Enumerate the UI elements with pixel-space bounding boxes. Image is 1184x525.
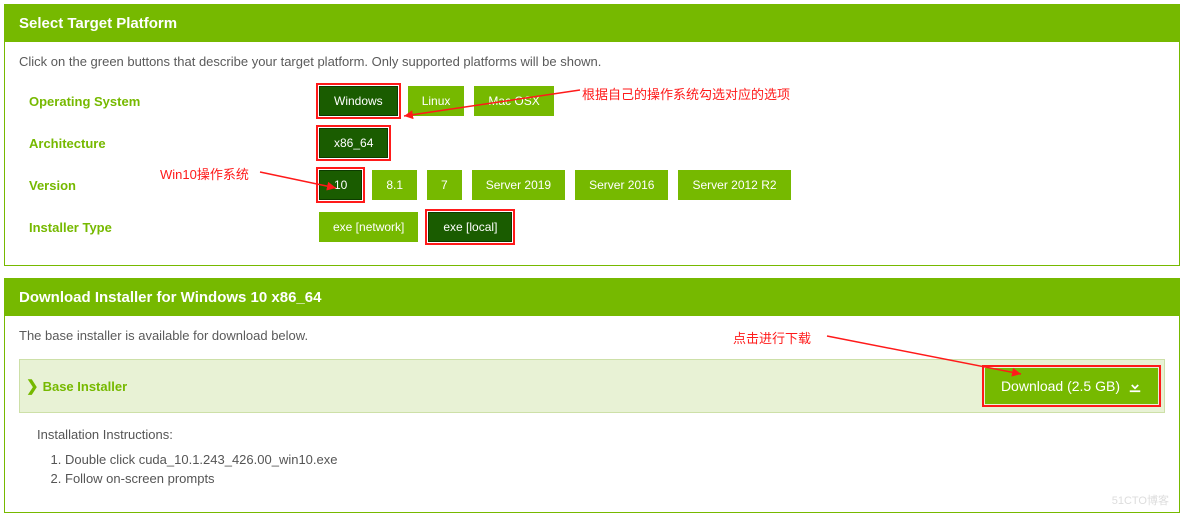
version-option-3[interactable]: Server 2019 xyxy=(472,170,565,200)
row-version: Version 10 8.1 7 Server 2019 Server 2016 Serv… xyxy=(19,169,1165,201)
download-panel: Download Installer for Windows 10 x86_64… xyxy=(4,278,1180,513)
os-label: Operating System xyxy=(19,94,319,109)
arch-label: Architecture xyxy=(19,136,319,151)
row-installer: Installer Type exe [network] exe [local] xyxy=(19,211,1165,243)
select-target-title: Select Target Platform xyxy=(5,5,1179,42)
download-button[interactable]: Download (2.5 GB) xyxy=(985,368,1158,404)
install-instructions: Installation Instructions: Double click … xyxy=(19,413,1165,500)
row-os: Operating System Windows Linux Mac OSX xyxy=(19,85,1165,117)
install-step-0: Double click cuda_10.1.243_426.00_win10.… xyxy=(65,452,1147,467)
download-title: Download Installer for Windows 10 x86_64 xyxy=(5,279,1179,316)
os-option-2[interactable]: Mac OSX xyxy=(474,86,553,116)
os-option-1[interactable]: Linux xyxy=(408,86,465,116)
download-icon xyxy=(1128,379,1142,393)
download-button-label: Download (2.5 GB) xyxy=(1001,378,1120,394)
version-option-0[interactable]: 10 xyxy=(319,170,362,200)
version-label: Version xyxy=(19,178,319,193)
installer-option-0[interactable]: exe [network] xyxy=(319,212,418,242)
installer-label: Installer Type xyxy=(19,220,319,235)
installer-option-1[interactable]: exe [local] xyxy=(428,212,512,242)
download-subtitle: The base installer is available for down… xyxy=(19,328,1165,343)
select-target-panel: Select Target Platform Click on the gree… xyxy=(4,4,1180,266)
version-option-4[interactable]: Server 2016 xyxy=(575,170,668,200)
base-installer-row: ❯ Base Installer Download (2.5 GB) xyxy=(19,359,1165,413)
watermark: 51CTO博客 xyxy=(1112,492,1169,508)
row-arch: Architecture x86_64 xyxy=(19,127,1165,159)
os-option-0[interactable]: Windows xyxy=(319,86,398,116)
version-option-5[interactable]: Server 2012 R2 xyxy=(678,170,790,200)
version-option-1[interactable]: 8.1 xyxy=(372,170,417,200)
base-installer-label: Base Installer xyxy=(43,379,128,394)
instruction-text: Click on the green buttons that describe… xyxy=(19,54,1165,69)
install-instructions-title: Installation Instructions: xyxy=(37,427,1147,442)
install-step-1: Follow on-screen prompts xyxy=(65,471,1147,486)
chevron-right-icon: ❯ xyxy=(26,377,39,395)
version-option-2[interactable]: 7 xyxy=(427,170,462,200)
arch-option-0[interactable]: x86_64 xyxy=(319,128,388,158)
